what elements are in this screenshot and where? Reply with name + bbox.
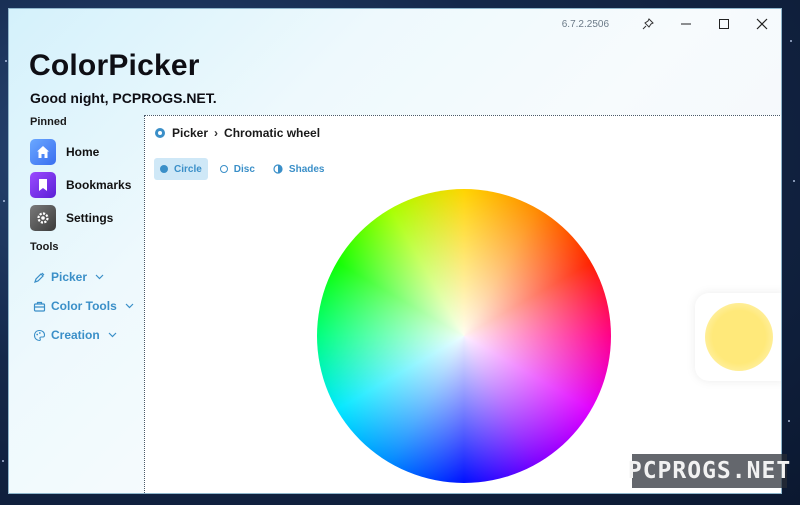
selected-color-panel bbox=[695, 293, 781, 381]
chevron-down-icon bbox=[108, 332, 117, 338]
breadcrumb-separator: › bbox=[214, 126, 219, 140]
color-wheel-icon bbox=[155, 128, 165, 138]
eyedropper-icon bbox=[34, 272, 45, 283]
close-button[interactable] bbox=[743, 9, 781, 39]
tab-shades[interactable]: Shades bbox=[267, 158, 331, 180]
tab-label: Circle bbox=[174, 163, 202, 175]
shades-icon bbox=[273, 164, 283, 174]
app-title: ColorPicker bbox=[29, 49, 200, 82]
sidebar-item-label: Creation bbox=[51, 328, 100, 342]
close-icon bbox=[756, 18, 768, 30]
gear-icon bbox=[30, 205, 56, 231]
breadcrumb-parent[interactable]: Picker bbox=[172, 126, 208, 140]
tab-disc[interactable]: Disc bbox=[214, 158, 261, 180]
main-content-panel: Picker › Chromatic wheel Circle Disc Sha… bbox=[144, 115, 781, 493]
maximize-button[interactable] bbox=[705, 9, 743, 39]
pin-window-button[interactable] bbox=[629, 9, 667, 39]
sidebar-item-bookmarks[interactable]: Bookmarks bbox=[30, 172, 131, 198]
breadcrumb-current: Chromatic wheel bbox=[224, 126, 321, 140]
bookmark-icon bbox=[30, 172, 56, 198]
sidebar-item-label: Picker bbox=[51, 270, 88, 284]
tools-section-label: Tools bbox=[30, 241, 59, 253]
home-icon bbox=[30, 139, 56, 165]
minimize-button[interactable] bbox=[667, 9, 705, 39]
watermark: PCPROGS.NET bbox=[628, 454, 790, 488]
palette-icon bbox=[33, 329, 46, 341]
pin-icon bbox=[642, 18, 654, 30]
sidebar-item-creation[interactable]: Creation bbox=[33, 328, 122, 342]
radio-filled-icon bbox=[160, 165, 168, 173]
toolbox-icon bbox=[33, 301, 46, 312]
chromatic-wheel[interactable] bbox=[317, 189, 611, 483]
sidebar-item-label: Bookmarks bbox=[66, 178, 132, 192]
sidebar-item-home[interactable]: Home bbox=[30, 139, 99, 165]
tab-label: Shades bbox=[288, 163, 325, 175]
sidebar-item-label: Settings bbox=[66, 211, 114, 225]
sidebar-item-picker[interactable]: Picker bbox=[33, 270, 109, 284]
sidebar-item-color-tools[interactable]: Color Tools bbox=[33, 299, 139, 313]
tab-label: Disc bbox=[233, 163, 255, 175]
tab-circle[interactable]: Circle bbox=[154, 158, 208, 180]
sidebar-item-label: Home bbox=[66, 145, 100, 159]
breadcrumb: Picker › Chromatic wheel bbox=[154, 126, 320, 140]
chevron-down-icon bbox=[95, 274, 104, 280]
wheel-mode-tabs: Circle Disc Shades bbox=[154, 158, 331, 180]
title-bar: 6.7.2.2506 bbox=[562, 9, 781, 39]
minimize-icon bbox=[681, 23, 691, 25]
greeting-text: Good night, PCPROGS.NET. bbox=[30, 90, 217, 106]
maximize-icon bbox=[719, 19, 729, 29]
sidebar-item-label: Color Tools bbox=[51, 299, 117, 313]
pinned-section-label: Pinned bbox=[30, 116, 67, 128]
app-window: 6.7.2.2506 ColorPicker Good night, PCPRO… bbox=[8, 8, 782, 494]
version-label: 6.7.2.2506 bbox=[561, 18, 609, 30]
selected-color-swatch[interactable] bbox=[705, 303, 773, 371]
chevron-down-icon bbox=[125, 303, 134, 309]
sidebar-item-settings[interactable]: Settings bbox=[30, 205, 113, 231]
radio-empty-icon bbox=[219, 165, 228, 173]
